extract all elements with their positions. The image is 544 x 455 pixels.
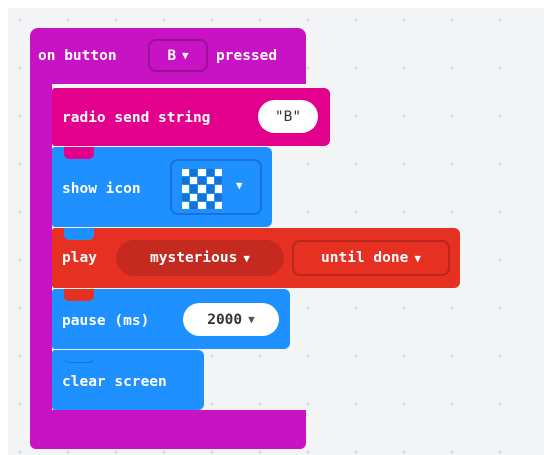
chevron-down-icon: ▼ — [243, 251, 250, 265]
play-mode-dropdown[interactable]: until done ▼ — [292, 240, 450, 276]
radio-send-string-block[interactable]: radio send string "B" — [52, 88, 330, 146]
play-mode-value: until done — [321, 250, 409, 266]
on-button-pressed-block[interactable]: on button B ▼ pressed — [30, 28, 306, 84]
button-select-value: B — [167, 47, 177, 64]
pause-block[interactable]: pause (ms) 2000 ▼ — [52, 289, 290, 349]
chevron-down-icon: ▼ — [236, 179, 243, 192]
pause-duration-value: 2000 — [207, 311, 243, 328]
chevron-down-icon: ▼ — [248, 313, 255, 326]
event-block-arm — [30, 78, 52, 412]
pause-duration-dropdown[interactable]: 2000 ▼ — [183, 303, 279, 336]
pressed-label: pressed — [216, 48, 278, 64]
radio-send-string-label: radio send string — [62, 110, 211, 126]
block-notch — [64, 350, 94, 362]
play-melody-block[interactable]: play mysterious ▼ until done ▼ — [52, 228, 460, 288]
block-notch — [64, 147, 94, 159]
block-notch — [64, 289, 94, 301]
string-value-field[interactable]: "B" — [258, 100, 318, 133]
event-block-footer — [30, 410, 306, 449]
show-icon-label: show icon — [62, 181, 141, 197]
on-button-label: on button — [38, 48, 117, 64]
checker-pattern-icon — [182, 169, 222, 209]
icon-picker-dropdown[interactable]: ▼ — [170, 159, 262, 215]
block-notch — [64, 228, 94, 240]
clear-screen-label: clear screen — [62, 374, 167, 390]
melody-value: mysterious — [150, 250, 238, 266]
chevron-down-icon: ▼ — [414, 251, 421, 265]
button-select-dropdown[interactable]: B ▼ — [148, 39, 208, 72]
chevron-down-icon: ▼ — [182, 49, 189, 62]
string-value: "B" — [274, 108, 302, 125]
play-label: play — [62, 250, 97, 266]
show-icon-block[interactable]: show icon ▼ — [52, 147, 272, 227]
clear-screen-block[interactable]: clear screen — [52, 350, 204, 410]
melody-dropdown[interactable]: mysterious ▼ — [116, 240, 284, 276]
pause-label: pause (ms) — [62, 313, 150, 329]
